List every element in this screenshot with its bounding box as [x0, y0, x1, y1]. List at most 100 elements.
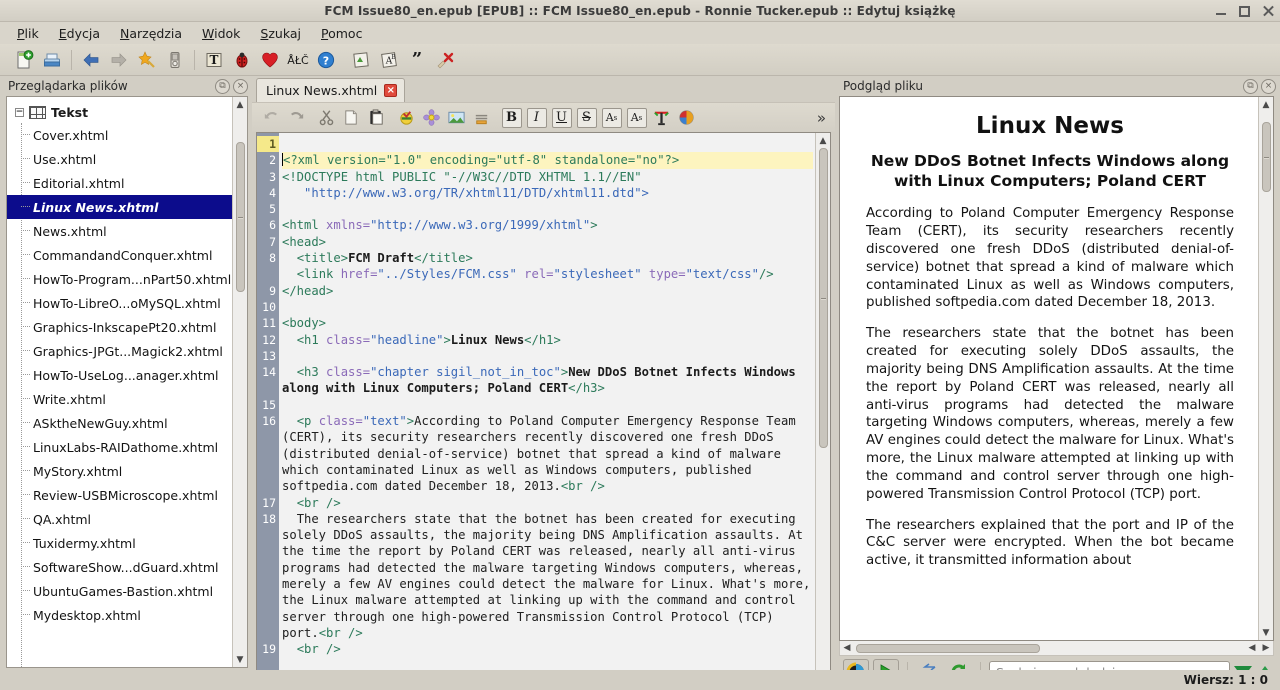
- device-icon[interactable]: [162, 47, 188, 73]
- subscript-button[interactable]: As: [599, 106, 624, 130]
- text-tool-icon[interactable]: T: [201, 47, 227, 73]
- hscroll-track[interactable]: [854, 642, 1245, 655]
- quotes-icon[interactable]: ”: [404, 47, 430, 73]
- menu-szukaj[interactable]: Szukaj: [251, 24, 310, 43]
- preview-scroll-track[interactable]: [1259, 112, 1274, 625]
- toolbar-overflow-icon[interactable]: »: [810, 109, 833, 127]
- file-list[interactable]: − Tekst Cover.xhtml Use.xhtml Editorial.xh…: [7, 97, 232, 667]
- help-icon[interactable]: ?: [313, 47, 339, 73]
- code-content[interactable]: <?xml version="1.0" encoding="utf-8" sta…: [279, 133, 815, 687]
- bug-check-icon[interactable]: [229, 47, 255, 73]
- code-l12-open: <h1: [282, 332, 327, 347]
- insert-link-icon[interactable]: [469, 106, 494, 130]
- hscroll-right-icon[interactable]: ◀: [1245, 643, 1259, 653]
- menu-pomoc[interactable]: Pomoc: [312, 24, 371, 43]
- highlight-color-button[interactable]: [674, 106, 699, 130]
- file-item[interactable]: Tuxidermy.xhtml: [7, 531, 232, 555]
- scroll-up-icon[interactable]: ▲: [233, 97, 248, 112]
- flower-icon[interactable]: [419, 106, 444, 130]
- bold-button[interactable]: B: [499, 106, 524, 130]
- preview-scrollbar[interactable]: ▲ ▼: [1258, 97, 1273, 640]
- file-item[interactable]: QA.xhtml: [7, 507, 232, 531]
- file-item[interactable]: Cover.xhtml: [7, 123, 232, 147]
- file-item[interactable]: Write.xhtml: [7, 387, 232, 411]
- float-icon[interactable]: ⧉: [215, 78, 230, 94]
- strikethrough-button[interactable]: S: [574, 106, 599, 130]
- code-l5-attr: xmlns=: [326, 218, 371, 233]
- undo-icon[interactable]: [259, 106, 284, 130]
- file-item[interactable]: HowTo-UseLog...anager.xhtml: [7, 363, 232, 387]
- new-file-icon[interactable]: [11, 47, 37, 73]
- hscroll-thumb[interactable]: [856, 643, 1040, 653]
- scroll-thumb[interactable]: [235, 142, 245, 292]
- file-item[interactable]: HowTo-Program...nPart50.xhtml: [7, 267, 232, 291]
- superscript-button[interactable]: As: [624, 106, 649, 130]
- file-item[interactable]: Mydesktop.xhtml: [7, 603, 232, 627]
- save-icon[interactable]: [39, 47, 65, 73]
- file-item[interactable]: Linux News.xhtml: [7, 195, 232, 219]
- file-item[interactable]: Review-USBMicroscope.xhtml: [7, 483, 232, 507]
- menu-widok[interactable]: Widok: [193, 24, 249, 43]
- file-browser-scrollbar[interactable]: ▲ ▼: [232, 97, 247, 667]
- code-l7-text: FCM Draft: [348, 251, 415, 266]
- editor-scroll-thumb[interactable]: [818, 148, 828, 448]
- preview-hscrollbar[interactable]: ◀ ◀ ▶: [839, 641, 1274, 656]
- hscroll-right-icon-2[interactable]: ▶: [1259, 643, 1273, 653]
- copy-icon[interactable]: [339, 106, 364, 130]
- scroll-track[interactable]: [233, 112, 248, 652]
- close-button[interactable]: [1262, 5, 1274, 17]
- editor-scroll-track[interactable]: [816, 148, 831, 672]
- close-icon[interactable]: ×: [1261, 78, 1276, 94]
- redo-icon[interactable]: [284, 106, 309, 130]
- hscroll-left-icon[interactable]: ◀: [840, 643, 854, 653]
- tidy-icon[interactable]: [394, 106, 419, 130]
- paste-icon[interactable]: [364, 106, 389, 130]
- menu-plik[interactable]: PPliklik: [8, 24, 48, 43]
- cleanup-icon[interactable]: [432, 47, 458, 73]
- underline-button[interactable]: U: [549, 106, 574, 130]
- insert-image-icon[interactable]: [444, 106, 469, 130]
- file-item[interactable]: MyStory.xhtml: [7, 459, 232, 483]
- ab-compare-icon[interactable]: A B: [376, 47, 402, 73]
- preview-scroll-down-icon[interactable]: ▼: [1259, 625, 1274, 640]
- file-item[interactable]: HowTo-LibreO...oMySQL.xhtml: [7, 291, 232, 315]
- file-item[interactable]: Graphics-JPGt...Magick2.xhtml: [7, 339, 232, 363]
- close-icon[interactable]: ×: [233, 78, 248, 94]
- editor-scroll-up-icon[interactable]: ▲: [816, 133, 831, 148]
- tree-root-tekst[interactable]: − Tekst: [7, 102, 232, 123]
- preview-panel[interactable]: Linux News New DDoS Botnet Infects Windo…: [839, 96, 1274, 641]
- file-item[interactable]: SoftwareShow...dGuard.xhtml: [7, 555, 232, 579]
- menu-narzedzia[interactable]: Narzędzia: [111, 24, 191, 43]
- scroll-down-icon[interactable]: ▼: [233, 652, 248, 667]
- tab-linux-news[interactable]: Linux News.xhtml ×: [256, 78, 406, 102]
- tab-close-icon[interactable]: ×: [384, 84, 398, 97]
- file-item[interactable]: Editorial.xhtml: [7, 171, 232, 195]
- cut-icon[interactable]: [314, 106, 339, 130]
- preview-scroll-thumb[interactable]: [1261, 122, 1271, 192]
- star-wand-icon[interactable]: [134, 47, 160, 73]
- toc-icon[interactable]: [348, 47, 374, 73]
- heart-icon[interactable]: [257, 47, 283, 73]
- file-item[interactable]: News.xhtml: [7, 219, 232, 243]
- spellcheck-icon[interactable]: ÅŁČ: [285, 47, 311, 73]
- line-number: 18: [262, 511, 276, 526]
- file-item[interactable]: LinuxLabs-RAIDathome.xhtml: [7, 435, 232, 459]
- file-item[interactable]: CommandandConquer.xhtml: [7, 243, 232, 267]
- file-item[interactable]: Use.xhtml: [7, 147, 232, 171]
- file-item[interactable]: ASktheNewGuy.xhtml: [7, 411, 232, 435]
- minimize-button[interactable]: [1215, 5, 1227, 17]
- text-color-button[interactable]: [649, 106, 674, 130]
- menu-edycja[interactable]: Edycja: [50, 24, 109, 43]
- file-item[interactable]: UbuntuGames-Bastion.xhtml: [7, 579, 232, 603]
- back-arrow-icon[interactable]: [78, 47, 104, 73]
- line-number: 16: [262, 414, 276, 429]
- forward-arrow-icon[interactable]: [106, 47, 132, 73]
- float-icon[interactable]: ⧉: [1243, 78, 1258, 94]
- collapse-icon[interactable]: −: [15, 108, 24, 117]
- editor-scrollbar[interactable]: ▲ ▼: [815, 133, 830, 687]
- maximize-button[interactable]: [1239, 5, 1250, 17]
- code-editor[interactable]: 1 2 3 4 5 6 7 8 9 10 11 12 13 14 15 16 17 18 19 <?xml vers…: [256, 132, 831, 688]
- file-item[interactable]: Graphics-InkscapePt20.xhtml: [7, 315, 232, 339]
- italic-button[interactable]: I: [524, 106, 549, 130]
- preview-scroll-up-icon[interactable]: ▲: [1259, 97, 1274, 112]
